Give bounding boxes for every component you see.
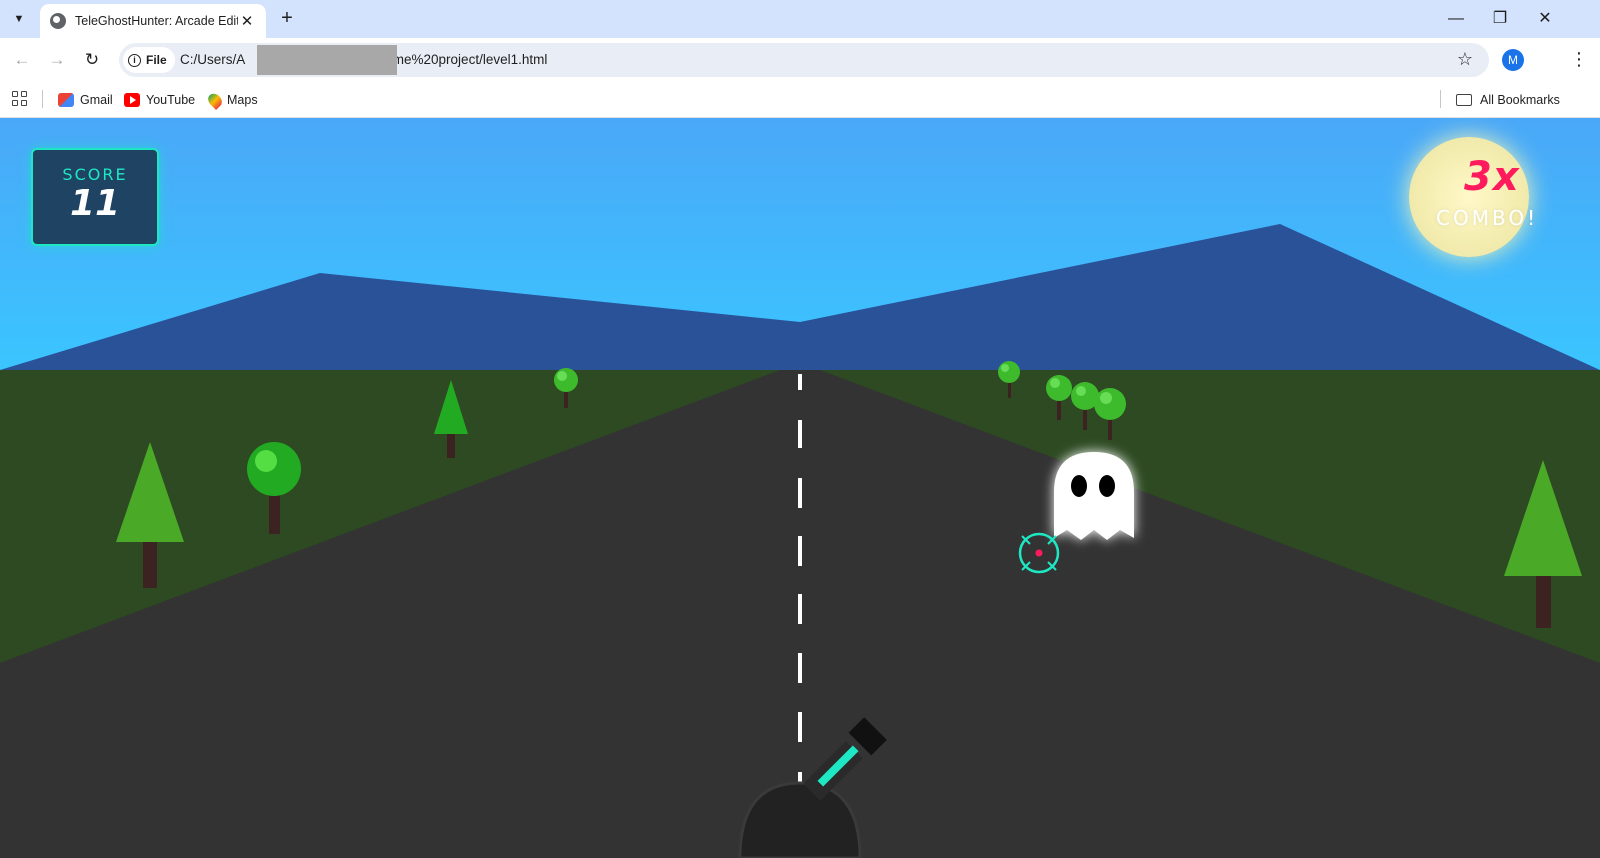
score-label: SCORE <box>62 165 128 184</box>
browser-toolbar: ← → ↻ i File C:/Users/A ame%20project/lev… <box>0 38 1600 81</box>
site-info-label: File <box>146 53 167 67</box>
menu-dots-icon[interactable]: ⋮ <box>1570 48 1588 72</box>
back-icon[interactable]: ← <box>9 47 35 73</box>
redaction-block <box>257 45 397 75</box>
address-bar[interactable]: i File C:/Users/A ame%20project/level1.ht… <box>119 43 1489 77</box>
score-value: 11 <box>69 183 121 224</box>
globe-icon <box>50 13 66 29</box>
youtube-icon <box>124 93 140 107</box>
url-suffix: ame%20project/level1.html <box>385 52 548 67</box>
all-bookmarks-button[interactable]: All Bookmarks <box>1456 90 1560 110</box>
apps-grid-icon[interactable] <box>12 91 27 106</box>
game-canvas[interactable]: SCORE 11 3x COMBO! <box>0 118 1600 858</box>
profile-avatar[interactable]: M <box>1502 49 1524 71</box>
chevron-down-icon: ▼ <box>13 13 25 25</box>
url-prefix: C:/Users/A <box>180 52 246 67</box>
gmail-icon <box>58 93 74 107</box>
game-scene <box>0 224 1600 858</box>
bookmark-gmail[interactable]: Gmail <box>58 90 113 110</box>
minimize-button[interactable]: — <box>1434 6 1478 32</box>
restore-button[interactable]: ❐ <box>1478 6 1522 32</box>
tab-title: TeleGhostHunter: Arcade Edition <box>75 14 238 28</box>
combo-label: COMBO! <box>1436 206 1539 230</box>
combo-multiplier: 3x <box>1464 154 1520 200</box>
bookmarks-divider <box>42 90 43 108</box>
bookmark-label: Gmail <box>80 93 113 107</box>
bookmark-youtube[interactable]: YouTube <box>124 90 195 110</box>
info-icon: i <box>128 53 141 67</box>
close-window-button[interactable]: ✕ <box>1523 6 1567 32</box>
mountain-range <box>0 224 1600 370</box>
tab-search-button[interactable]: ▼ <box>6 6 32 32</box>
reload-icon[interactable]: ↻ <box>79 47 105 73</box>
tab-close-icon[interactable]: ✕ <box>238 12 256 30</box>
bookmarks-bar: Gmail YouTube Maps All Bookmarks <box>0 81 1600 118</box>
folder-icon <box>1456 94 1472 106</box>
forward-icon[interactable]: → <box>44 47 70 73</box>
ghost-enemy <box>1054 452 1134 540</box>
all-bookmarks-label: All Bookmarks <box>1480 93 1560 107</box>
score-panel: SCORE 11 <box>31 148 159 246</box>
bookmarks-divider <box>1440 90 1441 108</box>
bookmark-star-icon[interactable]: ☆ <box>1457 49 1473 70</box>
tab-strip: ▼ TeleGhostHunter: Arcade Edition ✕ + — … <box>0 0 1600 38</box>
bookmark-label: Maps <box>227 93 258 107</box>
site-info-chip[interactable]: i File <box>123 47 175 73</box>
new-tab-button[interactable]: + <box>276 8 298 30</box>
maps-icon <box>205 90 225 110</box>
bookmark-maps[interactable]: Maps <box>205 90 258 110</box>
bookmark-label: YouTube <box>146 93 196 107</box>
tab-active[interactable]: TeleGhostHunter: Arcade Edition ✕ <box>40 4 266 38</box>
